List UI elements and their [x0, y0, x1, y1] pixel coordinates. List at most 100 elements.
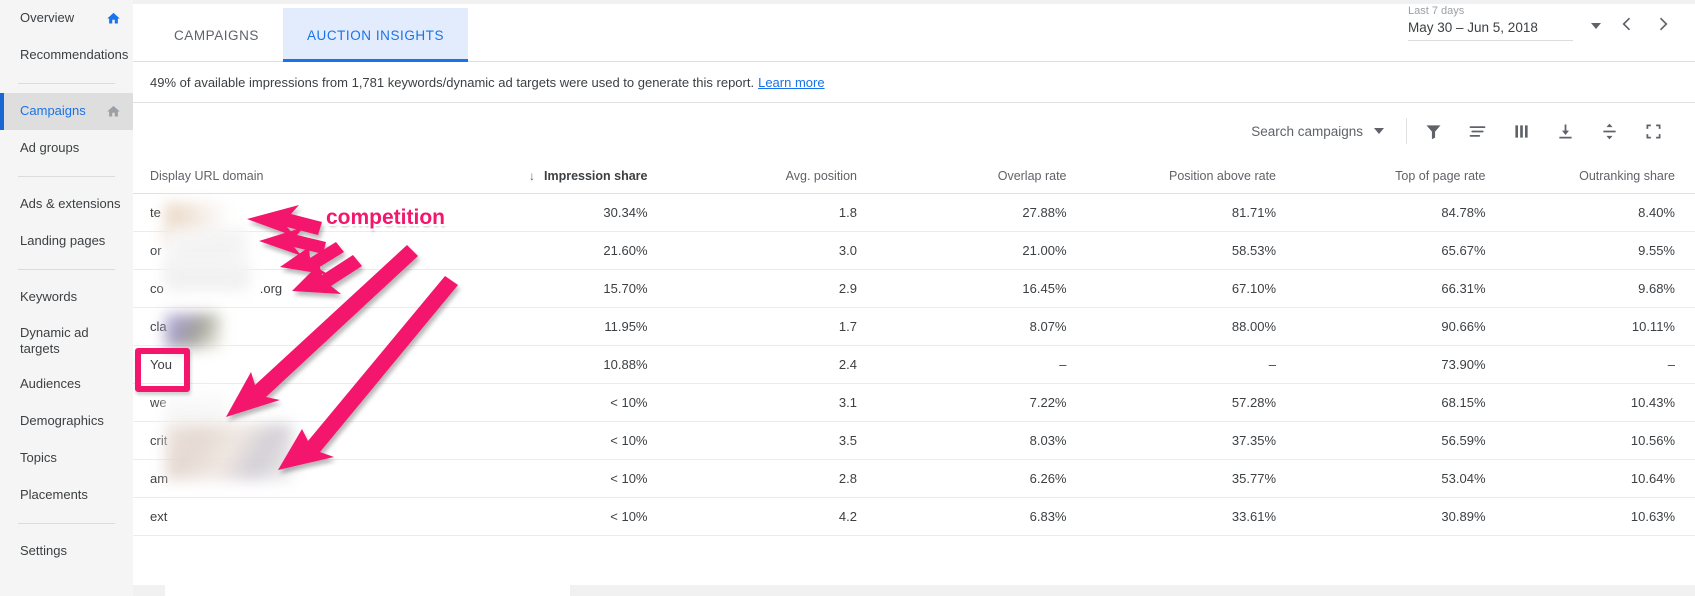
- table-row[interactable]: crit < 10% 3.5 8.03% 37.35% 56.59% 10.56…: [133, 421, 1695, 460]
- sidebar-item-ad-groups[interactable]: Ad groups: [0, 130, 133, 167]
- table-body: te 30.34% 1.8 27.88% 81.71% 84.78% 8.40%…: [133, 193, 1695, 536]
- sidebar-item-audiences[interactable]: Audiences: [0, 366, 133, 403]
- cell-avg-position: 1.7: [647, 307, 857, 346]
- cell-top-of-page-rate: 90.66%: [1276, 307, 1486, 346]
- column-header-top-of-page-rate[interactable]: Top of page rate: [1276, 159, 1486, 194]
- row-height-icon[interactable]: [1587, 111, 1631, 151]
- search-campaigns-label: Search campaigns: [1251, 123, 1363, 139]
- table-row[interactable]: am < 10% 2.8 6.26% 35.77% 53.04% 10.64%: [133, 459, 1695, 498]
- column-header-outranking-share[interactable]: Outranking share: [1485, 159, 1695, 194]
- sidebar-divider: [18, 523, 115, 524]
- auction-insights-page: Overview Recommendations Campaigns Ad gr…: [0, 0, 1695, 596]
- sidebar-item-keywords[interactable]: Keywords: [0, 279, 133, 316]
- sidebar-item-label: Overview: [20, 10, 75, 26]
- cell-display-url-domain: ext: [133, 497, 438, 536]
- sidebar-item-placements[interactable]: Placements: [0, 477, 133, 514]
- tab-campaigns[interactable]: CAMPAIGNS: [150, 8, 283, 62]
- column-label: Outranking share: [1579, 168, 1675, 183]
- cell-overlap-rate: 6.26%: [857, 459, 1067, 498]
- cell-overlap-rate: 21.00%: [857, 231, 1067, 270]
- tab-auction-insights[interactable]: AUCTION INSIGHTS: [282, 8, 469, 62]
- sidebar-item-recommendations[interactable]: Recommendations: [0, 37, 133, 74]
- download-icon[interactable]: [1543, 111, 1587, 151]
- sidebar-item-label: Ads & extensions: [20, 196, 121, 212]
- domain-text: crit: [150, 432, 168, 448]
- table-row[interactable]: ext < 10% 4.2 6.83% 33.61% 30.89% 10.63%: [133, 497, 1695, 536]
- chevron-right-icon[interactable]: [1653, 14, 1673, 34]
- learn-more-link[interactable]: Learn more: [758, 75, 824, 90]
- column-header-display-url-domain[interactable]: Display URL domain: [133, 159, 438, 194]
- cell-overlap-rate: 7.22%: [857, 383, 1067, 422]
- cell-display-url-domain: cla: [133, 307, 438, 346]
- cell-avg-position: 3.5: [647, 421, 857, 460]
- date-range-text[interactable]: Last 7 days May 30 – Jun 5, 2018: [1408, 4, 1573, 41]
- columns-icon[interactable]: [1499, 111, 1543, 151]
- sidebar-item-campaigns[interactable]: Campaigns: [0, 93, 133, 130]
- table-row[interactable]: co .org 15.70% 2.9 16.45% 67.10% 66.31% 9…: [133, 269, 1695, 308]
- column-header-avg-position[interactable]: Avg. position: [647, 159, 857, 194]
- cell-avg-position: 3.1: [647, 383, 857, 422]
- cell-outranking-share: 8.40%: [1485, 193, 1695, 232]
- column-header-overlap-rate[interactable]: Overlap rate: [857, 159, 1067, 194]
- toolbar-divider: [1406, 118, 1407, 144]
- scrollbar-thumb[interactable]: [165, 585, 570, 596]
- sidebar-item-settings[interactable]: Settings: [0, 533, 133, 570]
- auction-insights-panel: Search campaigns Display URL domain ↓ Im…: [133, 103, 1695, 596]
- filter-icon[interactable]: [1411, 111, 1455, 151]
- column-header-position-above-rate[interactable]: Position above rate: [1066, 159, 1276, 194]
- sidebar-item-label: Campaigns: [20, 103, 86, 119]
- cell-impression-share: 21.60%: [438, 231, 648, 270]
- sidebar-item-topics[interactable]: Topics: [0, 440, 133, 477]
- cell-avg-position: 2.8: [647, 459, 857, 498]
- column-header-impression-share[interactable]: ↓ Impression share: [438, 159, 648, 194]
- cell-outranking-share: 10.64%: [1485, 459, 1695, 498]
- annotation-label-competition: competition: [326, 206, 445, 229]
- cell-outranking-share: 9.55%: [1485, 231, 1695, 270]
- cell-impression-share: < 10%: [438, 497, 648, 536]
- domain-text: or: [150, 242, 162, 258]
- table-row[interactable]: we < 10% 3.1 7.22% 57.28% 68.15% 10.43%: [133, 383, 1695, 422]
- column-label: Impression share: [543, 168, 648, 183]
- cell-avg-position: 4.2: [647, 497, 857, 536]
- cell-impression-share: < 10%: [438, 421, 648, 460]
- cell-avg-position: 2.4: [647, 345, 857, 384]
- sidebar-divider: [18, 176, 115, 177]
- sidebar-item-label: Ad groups: [20, 140, 80, 156]
- cell-overlap-rate: 8.07%: [857, 307, 1067, 346]
- sidebar-item-landing-pages[interactable]: Landing pages: [0, 223, 133, 260]
- tab-label: AUCTION INSIGHTS: [306, 27, 445, 43]
- horizontal-scrollbar[interactable]: [133, 585, 1695, 596]
- tab-list: CAMPAIGNS AUCTION INSIGHTS: [150, 4, 469, 62]
- column-label: Position above rate: [1168, 168, 1276, 183]
- column-label: Display URL domain: [150, 168, 264, 183]
- sidebar-item-overview[interactable]: Overview: [0, 0, 133, 37]
- cell-impression-share: 11.95%: [438, 307, 648, 346]
- cell-position-above-rate: 33.61%: [1066, 497, 1276, 536]
- sidebar-item-ads-extensions[interactable]: Ads & extensions: [0, 186, 133, 223]
- table-toolbar: Search campaigns: [133, 103, 1695, 159]
- date-range-picker[interactable]: Last 7 days May 30 – Jun 5, 2018: [1408, 4, 1673, 41]
- table-row[interactable]: cla 11.95% 1.7 8.07% 88.00% 90.66% 10.11…: [133, 307, 1695, 346]
- home-icon: [106, 11, 121, 26]
- expand-icon[interactable]: [1631, 111, 1675, 151]
- cell-position-above-rate: 88.00%: [1066, 307, 1276, 346]
- sidebar-item-label: Topics: [20, 450, 57, 466]
- cell-position-above-rate: 57.28%: [1066, 383, 1276, 422]
- sidebar-item-label: Landing pages: [20, 233, 106, 249]
- sidebar-item-demographics[interactable]: Demographics: [0, 403, 133, 440]
- chevron-left-icon[interactable]: [1617, 14, 1637, 34]
- table-row[interactable]: or 21.60% 3.0 21.00% 58.53% 65.67% 9.55%: [133, 231, 1695, 270]
- cell-impression-share: < 10%: [438, 459, 648, 498]
- search-campaigns-dropdown[interactable]: Search campaigns: [1251, 124, 1384, 139]
- segment-icon[interactable]: [1455, 111, 1499, 151]
- cell-overlap-rate: 27.88%: [857, 193, 1067, 232]
- cell-avg-position: 1.8: [647, 193, 857, 232]
- cell-outranking-share: 10.56%: [1485, 421, 1695, 460]
- cell-impression-share: 30.34%: [438, 193, 648, 232]
- cell-outranking-share: –: [1485, 345, 1695, 384]
- table-row-you[interactable]: You 10.88% 2.4 – – 73.90% –: [133, 345, 1695, 384]
- chevron-down-icon[interactable]: [1591, 23, 1601, 29]
- cell-impression-share: 15.70%: [438, 269, 648, 308]
- sidebar-item-dynamic-ad-targets[interactable]: Dynamic ad targets: [0, 316, 133, 366]
- sidebar-item-label: Audiences: [20, 376, 81, 392]
